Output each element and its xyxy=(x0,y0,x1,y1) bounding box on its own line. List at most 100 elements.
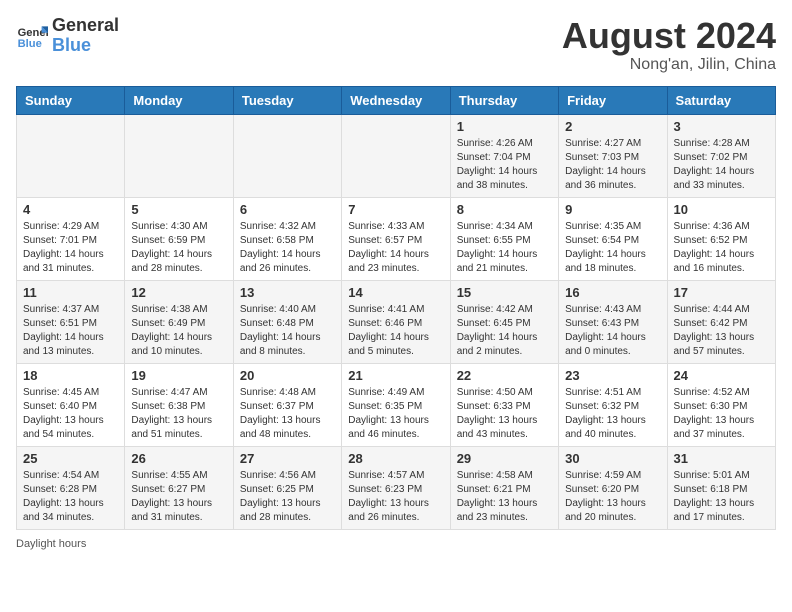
day-info: Sunrise: 4:47 AM Sunset: 6:38 PM Dayligh… xyxy=(131,386,226,442)
calendar-cell: 5Sunrise: 4:30 AM Sunset: 6:59 PM Daylig… xyxy=(125,197,233,280)
calendar-cell: 18 Sunrise: 4:45 AM Sunset: 6:40 PM Dayli… xyxy=(17,363,125,446)
day-number: 6 xyxy=(240,202,335,217)
day-info: Sunrise: 4:51 AM Sunset: 6:32 PM Dayligh… xyxy=(565,386,660,442)
calendar-cell: 23 Sunrise: 4:51 AM Sunset: 6:32 PM Dayli… xyxy=(559,363,667,446)
day-info: Sunrise: 4:43 AM Sunset: 6:43 PM Dayligh… xyxy=(565,303,660,359)
day-info: Sunrise: 4:26 AM Sunset: 7:04 PM Dayligh… xyxy=(457,137,552,193)
day-info: Sunrise: 4:35 AM Sunset: 6:54 PM Dayligh… xyxy=(565,220,660,276)
header-day: Sunday xyxy=(17,86,125,114)
calendar-cell: 30Sunrise: 4:59 AM Sunset: 6:20 PM Dayli… xyxy=(559,446,667,529)
calendar-cell: 1 Sunrise: 4:26 AM Sunset: 7:04 PM Daylig… xyxy=(450,114,558,197)
day-number: 27 xyxy=(240,451,335,466)
calendar-cell: 11 Sunrise: 4:37 AM Sunset: 6:51 PM Dayli… xyxy=(17,280,125,363)
day-info: Sunrise: 4:44 AM Sunset: 6:42 PM Dayligh… xyxy=(674,303,769,359)
day-info: Sunrise: 4:29 AM Sunset: 7:01 PM Dayligh… xyxy=(23,220,118,276)
day-info: Sunrise: 5:01 AM Sunset: 6:18 PM Dayligh… xyxy=(674,469,769,525)
day-info: Sunrise: 4:34 AM Sunset: 6:55 PM Dayligh… xyxy=(457,220,552,276)
calendar-cell xyxy=(17,114,125,197)
day-number: 21 xyxy=(348,368,443,383)
day-number: 4 xyxy=(23,202,118,217)
day-info: Sunrise: 4:45 AM Sunset: 6:40 PM Dayligh… xyxy=(23,386,118,442)
day-number: 31 xyxy=(674,451,769,466)
header-day: Tuesday xyxy=(233,86,341,114)
footer-text: Daylight hours xyxy=(16,538,86,550)
calendar-week: 1 Sunrise: 4:26 AM Sunset: 7:04 PM Daylig… xyxy=(17,114,776,197)
calendar-cell: 12Sunrise: 4:38 AM Sunset: 6:49 PM Dayli… xyxy=(125,280,233,363)
day-number: 17 xyxy=(674,285,769,300)
day-number: 5 xyxy=(131,202,226,217)
day-info: Sunrise: 4:42 AM Sunset: 6:45 PM Dayligh… xyxy=(457,303,552,359)
calendar-cell: 26 Sunrise: 4:55 AM Sunset: 6:27 PM Dayli… xyxy=(125,446,233,529)
day-number: 23 xyxy=(565,368,660,383)
day-info: Sunrise: 4:33 AM Sunset: 6:57 PM Dayligh… xyxy=(348,220,443,276)
calendar-cell: 28 Sunrise: 4:57 AM Sunset: 6:23 PM Dayli… xyxy=(342,446,450,529)
day-info: Sunrise: 4:37 AM Sunset: 6:51 PM Dayligh… xyxy=(23,303,118,359)
calendar-week: 11 Sunrise: 4:37 AM Sunset: 6:51 PM Dayli… xyxy=(17,280,776,363)
day-number: 8 xyxy=(457,202,552,217)
calendar-cell: 7 Sunrise: 4:33 AM Sunset: 6:57 PM Daylig… xyxy=(342,197,450,280)
title-block: August 2024 Nong'an, Jilin, China xyxy=(562,16,776,74)
day-info: Sunrise: 4:28 AM Sunset: 7:02 PM Dayligh… xyxy=(674,137,769,193)
day-number: 28 xyxy=(348,451,443,466)
header-row: SundayMondayTuesdayWednesdayThursdayFrid… xyxy=(17,86,776,114)
day-number: 26 xyxy=(131,451,226,466)
calendar-cell: 9 Sunrise: 4:35 AM Sunset: 6:54 PM Daylig… xyxy=(559,197,667,280)
calendar-cell: 13Sunrise: 4:40 AM Sunset: 6:48 PM Dayli… xyxy=(233,280,341,363)
calendar-subtitle: Nong'an, Jilin, China xyxy=(562,56,776,74)
day-info: Sunrise: 4:27 AM Sunset: 7:03 PM Dayligh… xyxy=(565,137,660,193)
day-number: 10 xyxy=(674,202,769,217)
day-info: Sunrise: 4:55 AM Sunset: 6:27 PM Dayligh… xyxy=(131,469,226,525)
calendar-cell: 3 Sunrise: 4:28 AM Sunset: 7:02 PM Daylig… xyxy=(667,114,775,197)
day-info: Sunrise: 4:52 AM Sunset: 6:30 PM Dayligh… xyxy=(674,386,769,442)
page-header: General Blue General Blue August 2024 No… xyxy=(16,16,776,74)
header-day: Saturday xyxy=(667,86,775,114)
svg-text:Blue: Blue xyxy=(18,38,42,50)
calendar-cell: 20Sunrise: 4:48 AM Sunset: 6:37 PM Dayli… xyxy=(233,363,341,446)
header-day: Wednesday xyxy=(342,86,450,114)
logo-icon: General Blue xyxy=(16,20,48,52)
day-info: Sunrise: 4:48 AM Sunset: 6:37 PM Dayligh… xyxy=(240,386,335,442)
calendar-body: 1 Sunrise: 4:26 AM Sunset: 7:04 PM Daylig… xyxy=(17,114,776,529)
day-info: Sunrise: 4:49 AM Sunset: 6:35 PM Dayligh… xyxy=(348,386,443,442)
day-number: 16 xyxy=(565,285,660,300)
calendar-cell xyxy=(233,114,341,197)
logo: General Blue General Blue xyxy=(16,16,119,56)
calendar-cell: 27Sunrise: 4:56 AM Sunset: 6:25 PM Dayli… xyxy=(233,446,341,529)
calendar-cell: 31 Sunrise: 5:01 AM Sunset: 6:18 PM Dayli… xyxy=(667,446,775,529)
header-day: Thursday xyxy=(450,86,558,114)
calendar-cell: 22Sunrise: 4:50 AM Sunset: 6:33 PM Dayli… xyxy=(450,363,558,446)
footer: Daylight hours xyxy=(16,538,776,550)
calendar-title: August 2024 xyxy=(562,16,776,56)
day-info: Sunrise: 4:32 AM Sunset: 6:58 PM Dayligh… xyxy=(240,220,335,276)
day-number: 11 xyxy=(23,285,118,300)
calendar-week: 4 Sunrise: 4:29 AM Sunset: 7:01 PM Daylig… xyxy=(17,197,776,280)
day-info: Sunrise: 4:57 AM Sunset: 6:23 PM Dayligh… xyxy=(348,469,443,525)
calendar-cell: 10Sunrise: 4:36 AM Sunset: 6:52 PM Dayli… xyxy=(667,197,775,280)
calendar-table: SundayMondayTuesdayWednesdayThursdayFrid… xyxy=(16,86,776,530)
day-number: 3 xyxy=(674,119,769,134)
calendar-week: 18 Sunrise: 4:45 AM Sunset: 6:40 PM Dayli… xyxy=(17,363,776,446)
day-number: 7 xyxy=(348,202,443,217)
header-day: Monday xyxy=(125,86,233,114)
calendar-cell: 4 Sunrise: 4:29 AM Sunset: 7:01 PM Daylig… xyxy=(17,197,125,280)
day-number: 1 xyxy=(457,119,552,134)
day-number: 18 xyxy=(23,368,118,383)
logo-text: General Blue xyxy=(52,16,119,56)
header-day: Friday xyxy=(559,86,667,114)
day-number: 2 xyxy=(565,119,660,134)
day-number: 14 xyxy=(348,285,443,300)
day-info: Sunrise: 4:41 AM Sunset: 6:46 PM Dayligh… xyxy=(348,303,443,359)
calendar-cell: 16 Sunrise: 4:43 AM Sunset: 6:43 PM Dayli… xyxy=(559,280,667,363)
day-info: Sunrise: 4:38 AM Sunset: 6:49 PM Dayligh… xyxy=(131,303,226,359)
day-number: 9 xyxy=(565,202,660,217)
day-number: 15 xyxy=(457,285,552,300)
day-number: 19 xyxy=(131,368,226,383)
day-info: Sunrise: 4:54 AM Sunset: 6:28 PM Dayligh… xyxy=(23,469,118,525)
day-info: Sunrise: 4:59 AM Sunset: 6:20 PM Dayligh… xyxy=(565,469,660,525)
calendar-header: SundayMondayTuesdayWednesdayThursdayFrid… xyxy=(17,86,776,114)
calendar-cell: 19 Sunrise: 4:47 AM Sunset: 6:38 PM Dayli… xyxy=(125,363,233,446)
calendar-cell: 14 Sunrise: 4:41 AM Sunset: 6:46 PM Dayli… xyxy=(342,280,450,363)
calendar-week: 25Sunrise: 4:54 AM Sunset: 6:28 PM Dayli… xyxy=(17,446,776,529)
calendar-cell: 17 Sunrise: 4:44 AM Sunset: 6:42 PM Dayli… xyxy=(667,280,775,363)
calendar-cell: 29Sunrise: 4:58 AM Sunset: 6:21 PM Dayli… xyxy=(450,446,558,529)
